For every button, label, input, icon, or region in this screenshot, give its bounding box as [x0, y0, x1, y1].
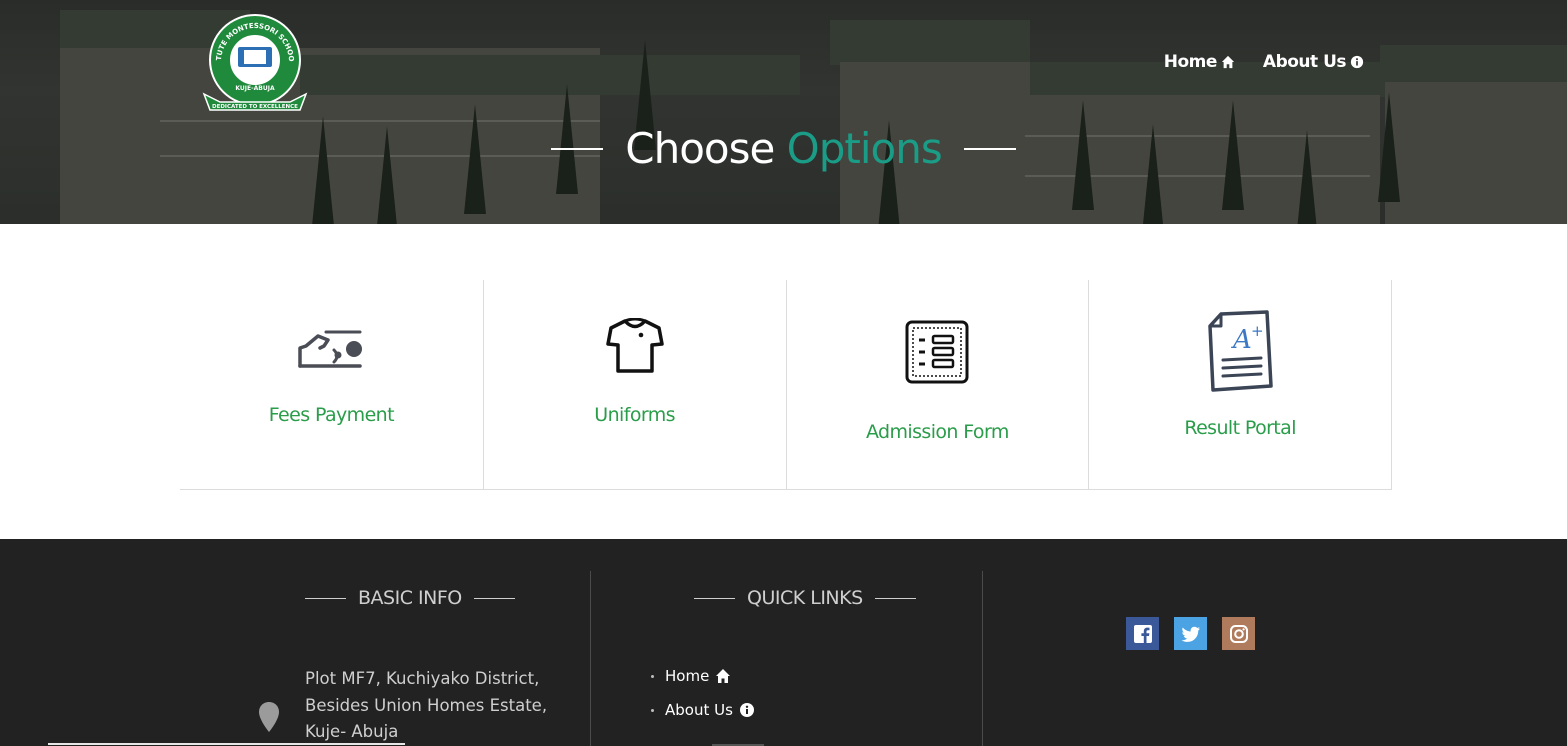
- quick-links-title: QUICK LINKS: [747, 587, 863, 609]
- heading-line: [874, 597, 916, 599]
- bullet: [651, 674, 654, 678]
- hero-title: Choose Options: [0, 124, 1567, 173]
- info-icon: [1350, 55, 1364, 69]
- address-line: Plot MF7, Kuchiyako District,: [305, 669, 540, 688]
- option-admission-form[interactable]: Admission Form: [785, 280, 1089, 489]
- facebook-button[interactable]: [1126, 617, 1159, 650]
- nav-about-label: About Us: [1262, 52, 1347, 72]
- page-title: Choose Options: [625, 124, 943, 173]
- bullet: [651, 708, 654, 712]
- option-uniforms[interactable]: Uniforms: [482, 280, 786, 489]
- info-icon: [739, 703, 754, 717]
- address-line: Kuje- Abuja: [305, 722, 399, 741]
- footer-divider: [590, 571, 591, 746]
- option-label: Result Portal: [1184, 417, 1296, 439]
- title-divider-left: [551, 147, 604, 150]
- nav-home-label: Home: [1163, 52, 1218, 72]
- quick-link-home[interactable]: Home: [651, 659, 755, 693]
- twitter-button[interactable]: [1174, 617, 1207, 650]
- title-main: Choose: [625, 124, 775, 173]
- facebook-icon: [1133, 624, 1152, 643]
- address-block: Plot MF7, Kuchiyako District, Besides Un…: [305, 666, 565, 746]
- option-fees-payment[interactable]: Fees Payment: [180, 280, 483, 489]
- nav-about-link[interactable]: About Us: [1263, 52, 1364, 72]
- hero-banner: ASTUTE MONTESSORI SCHOOLS KUJE-ABUJA DED…: [0, 0, 1567, 224]
- shirt-icon: [605, 318, 664, 373]
- option-label: Uniforms: [594, 404, 675, 426]
- horizontal-scrollbar[interactable]: [48, 743, 405, 745]
- quick-links-list: Home About Us: [651, 659, 755, 727]
- address-line: Besides Union Homes Estate,: [305, 695, 548, 715]
- option-result-portal[interactable]: A + Result Portal: [1088, 280, 1391, 489]
- home-icon: [716, 669, 731, 683]
- option-label: Fees Payment: [268, 404, 395, 426]
- svg-text:+: +: [1251, 322, 1264, 340]
- footer-divider: [982, 571, 983, 746]
- title-accent: Options: [786, 124, 943, 173]
- quick-link-about[interactable]: About Us: [651, 693, 755, 727]
- logo-banner-text: DEDICATED TO EXCELLENCE: [212, 104, 298, 110]
- location-pin-icon: [259, 702, 279, 732]
- options-grid: Fees Payment Uniforms Admission Form A +: [180, 280, 1392, 490]
- main-nav: Home About Us: [1164, 52, 1364, 72]
- basic-info-title: BASIC INFO: [358, 587, 462, 609]
- basic-info-heading: BASIC INFO: [305, 587, 515, 609]
- heading-line: [694, 597, 735, 599]
- svg-text:A: A: [1231, 325, 1252, 355]
- heading-line: [473, 597, 515, 599]
- option-label: Admission Form: [865, 421, 1009, 443]
- logo-location-text: KUJE-ABUJA: [235, 85, 275, 92]
- twitter-icon: [1181, 626, 1200, 642]
- school-logo[interactable]: ASTUTE MONTESSORI SCHOOLS KUJE-ABUJA DED…: [200, 10, 310, 116]
- instagram-button[interactable]: [1222, 617, 1255, 650]
- title-divider-right: [963, 147, 1016, 150]
- quick-link-label: About Us: [665, 701, 733, 719]
- hand-cash-icon: [298, 330, 363, 368]
- social-links: [1126, 617, 1255, 650]
- form-icon: [905, 320, 969, 384]
- quick-links-heading: QUICK LINKS: [694, 587, 916, 609]
- footer: BASIC INFO Plot MF7, Kuchiyako District,…: [0, 539, 1567, 746]
- quick-link-label: Home: [665, 667, 710, 685]
- nav-home-link[interactable]: Home: [1164, 52, 1235, 72]
- graded-paper-icon: A +: [1208, 310, 1273, 392]
- instagram-icon: [1229, 624, 1248, 643]
- heading-line: [305, 597, 346, 599]
- home-icon: [1221, 55, 1235, 69]
